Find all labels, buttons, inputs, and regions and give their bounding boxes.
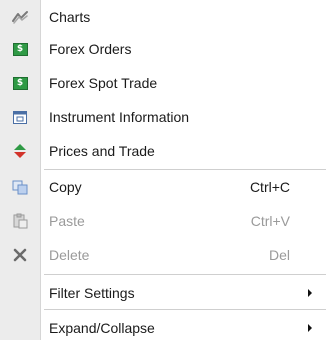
submenu-arrow-icon: [308, 324, 312, 332]
delete-x-icon: [0, 248, 40, 262]
submenu-arrow-icon: [308, 289, 312, 297]
menu-item-label: Instrument Information: [49, 109, 190, 125]
shortcut-label: Ctrl+C: [249, 179, 290, 195]
menu-item-label: Charts: [49, 9, 91, 25]
instrument-info-icon: [0, 110, 40, 124]
menu-item-label: Forex Spot Trade: [49, 75, 158, 91]
menu-separator: [44, 309, 326, 310]
copy-icon: [0, 180, 40, 195]
chart-icon: [0, 10, 40, 24]
menu-item-label: Expand/Collapse: [49, 320, 155, 336]
menu-item-instrument-information[interactable]: Instrument Information: [0, 100, 326, 134]
shortcut-label: Del: [268, 247, 290, 263]
menu-item-forex-spot-trade[interactable]: $ Forex Spot Trade: [0, 66, 326, 100]
menu-item-expand-collapse[interactable]: Expand/Collapse: [0, 311, 326, 340]
shortcut-label: Ctrl+V: [250, 213, 290, 229]
menu-item-label: Paste: [49, 213, 85, 229]
menu-item-charts[interactable]: Charts: [0, 0, 326, 34]
menu-item-label: Filter Settings: [49, 285, 135, 301]
menu-item-label: Delete: [49, 247, 90, 263]
paste-icon: [0, 213, 40, 229]
menu-item-label: Forex Orders: [49, 41, 132, 57]
menu-item-paste[interactable]: Paste Ctrl+V: [0, 204, 326, 238]
menu-separator: [44, 274, 326, 275]
menu-item-label: Prices and Trade: [49, 143, 155, 159]
menu-item-label: Copy: [49, 179, 82, 195]
forex-orders-icon: $: [0, 42, 40, 56]
forex-spot-trade-icon: $: [0, 76, 40, 90]
up-down-arrows-icon: [0, 143, 40, 159]
context-menu: Charts $ Forex Orders $ Forex Spot Trade…: [0, 0, 326, 340]
menu-item-prices-and-trade[interactable]: Prices and Trade: [0, 134, 326, 168]
menu-item-delete[interactable]: Delete Del: [0, 238, 326, 272]
menu-item-copy[interactable]: Copy Ctrl+C: [0, 170, 326, 204]
menu-item-filter-settings[interactable]: Filter Settings: [0, 276, 326, 310]
menu-item-forex-orders[interactable]: $ Forex Orders: [0, 32, 326, 66]
